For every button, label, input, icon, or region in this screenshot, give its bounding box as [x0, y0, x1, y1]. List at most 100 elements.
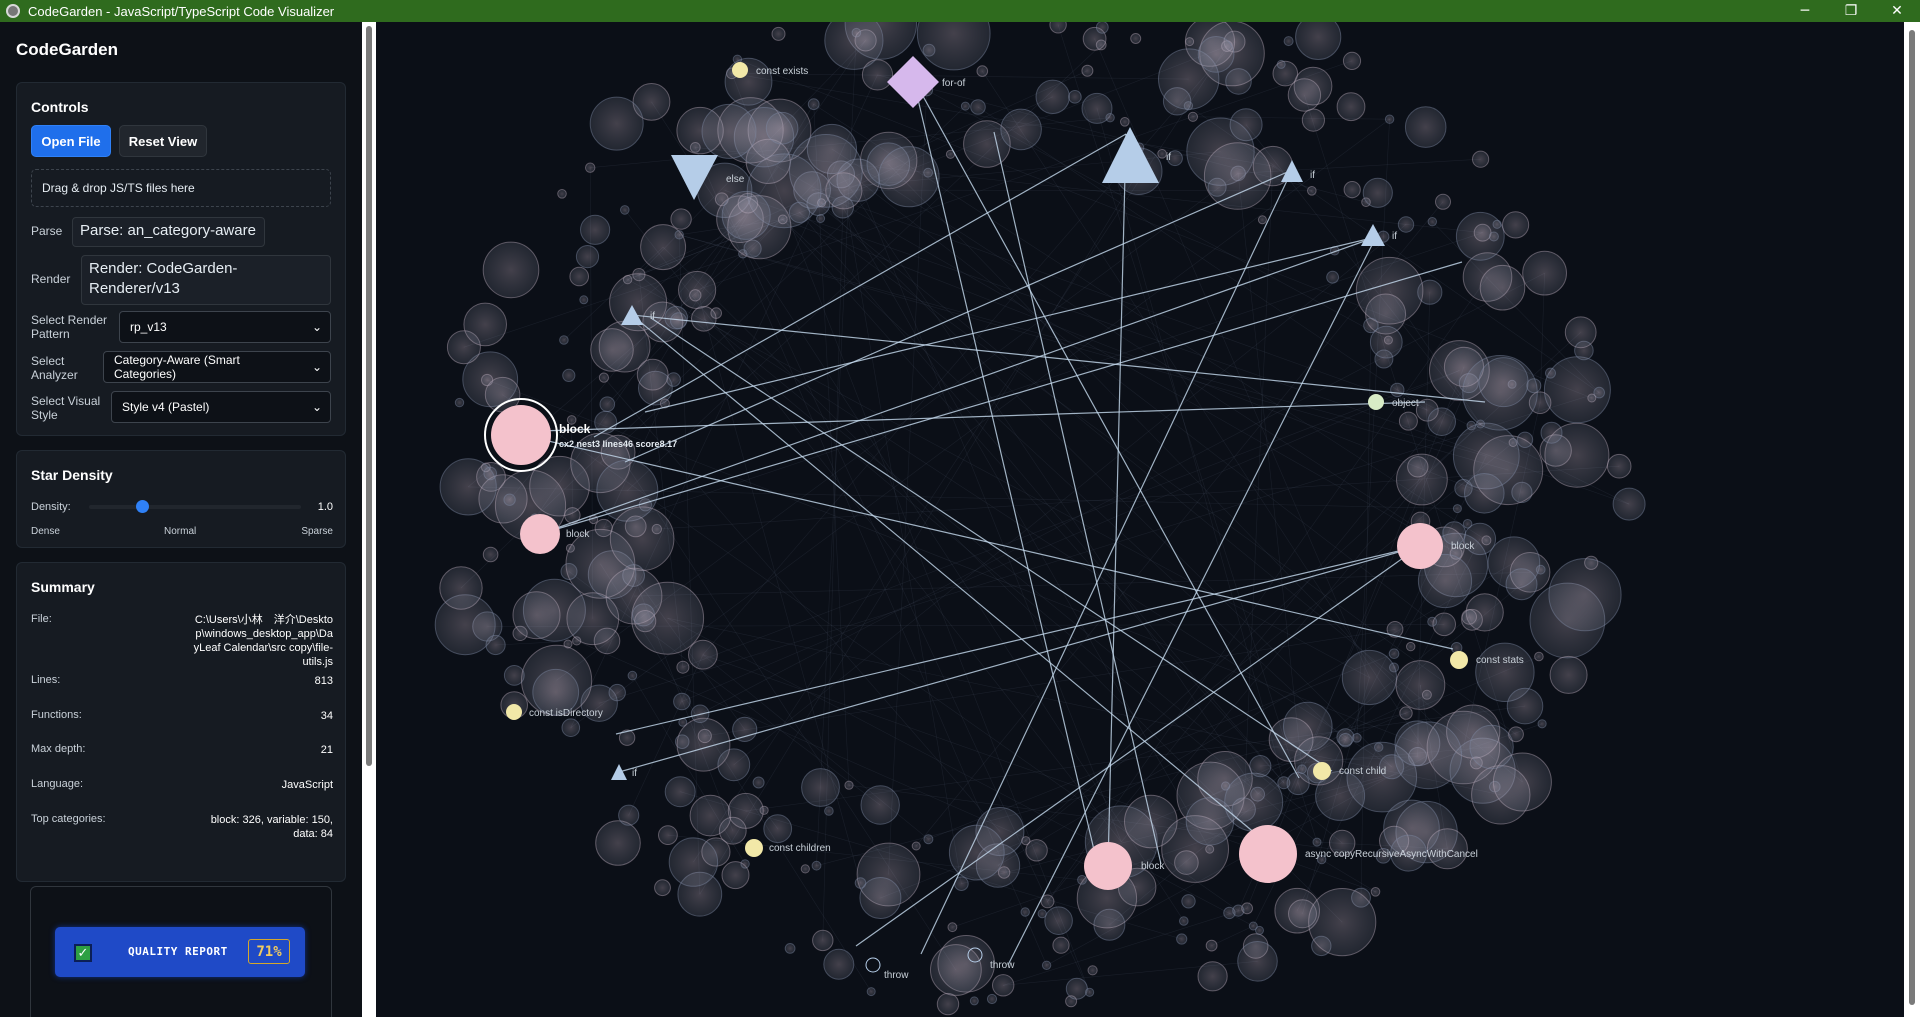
node-block-bottom[interactable] [1084, 842, 1132, 890]
background-bubble [1537, 719, 1547, 729]
node-throw-1[interactable] [865, 957, 881, 973]
background-bubble [605, 567, 663, 625]
background-bubble [590, 328, 634, 372]
background-bubble [976, 65, 989, 77]
background-bubble [503, 493, 516, 506]
sidebar-scrollbar[interactable] [362, 22, 376, 1017]
restore-button[interactable]: ❐ [1828, 0, 1874, 22]
chevron-down-icon: ⌄ [311, 360, 322, 374]
node-const-exists[interactable] [732, 62, 748, 78]
graph-svg[interactable]: const exists for-of else if if if if blo… [376, 22, 1904, 1017]
background-bubble [1397, 216, 1415, 233]
background-bubble [1388, 648, 1400, 660]
close-button[interactable]: ✕ [1874, 0, 1920, 22]
visual-style-select[interactable]: Style v4 (Pastel) ⌄ [111, 391, 331, 423]
label-else: else [726, 174, 745, 185]
background-bubble [1085, 987, 1095, 997]
background-bubble [1052, 936, 1070, 954]
node-block-left[interactable] [520, 514, 560, 554]
background-bubble [1197, 36, 1235, 73]
background-bubble [807, 98, 820, 111]
background-bubble [811, 860, 822, 871]
background-bubble [689, 794, 732, 837]
background-bubble [816, 214, 826, 223]
background-bubble [823, 948, 855, 980]
background-bubble [1130, 33, 1142, 44]
background-bubble [579, 295, 589, 305]
background-bubble [1506, 687, 1544, 725]
background-bubble [1021, 836, 1031, 846]
label-async-copy: async copyRecursiveAsyncWithCancel [1305, 849, 1478, 860]
mesh-line [799, 212, 1285, 783]
app-name: CodeGarden [16, 40, 119, 59]
node-if-bottom-left[interactable] [611, 764, 627, 780]
background-bubble [860, 785, 900, 825]
density-slider[interactable] [89, 500, 301, 513]
background-bubble [559, 335, 569, 345]
background-bubble [620, 205, 630, 215]
background-bubble [1398, 411, 1418, 431]
node-block-right[interactable] [1397, 523, 1443, 569]
max-depth-label: Max depth: [31, 743, 86, 755]
density-dense-label: Dense [31, 526, 60, 537]
background-bubble [1338, 733, 1353, 748]
label-block-stats: cx2 nest3 lines46 score8.17 [559, 439, 677, 449]
quality-report-button[interactable]: ✓ QUALITY REPORT 71% [55, 927, 305, 977]
mesh-line [843, 190, 962, 884]
open-file-button[interactable]: Open File [31, 125, 111, 157]
background-bubble [1395, 660, 1446, 710]
label-if-1: if [1166, 152, 1171, 163]
window-title: CodeGarden - JavaScript/TypeScript Code … [28, 3, 335, 19]
code-visualization-canvas[interactable]: const exists for-of else if if if if blo… [376, 22, 1904, 1017]
background-bubble [1464, 473, 1505, 514]
node-const-children[interactable] [745, 839, 763, 857]
label-const-child: const child [1339, 766, 1386, 777]
label-if-3: if [1392, 231, 1397, 242]
background-bubble [463, 302, 507, 347]
label-block-selected: block [559, 422, 591, 436]
background-bubble [1077, 875, 1087, 885]
canvas-scrollbar[interactable] [1904, 22, 1920, 1017]
mesh-line [768, 161, 1445, 548]
top-categories-label: Top categories: [31, 813, 106, 825]
file-dropzone[interactable]: Drag & drop JS/TS files here [31, 169, 331, 207]
graph-edge [912, 77, 1099, 868]
window-titlebar: CodeGarden - JavaScript/TypeScript Code … [0, 0, 1920, 22]
background-bubble [1427, 407, 1456, 437]
background-bubble [636, 358, 669, 391]
background-bubble [765, 111, 799, 145]
background-bubble [1404, 106, 1447, 148]
mesh-line [782, 219, 1346, 741]
controls-panel: Controls Open File Reset View Drag & dro… [16, 82, 346, 436]
background-bubble [1068, 90, 1082, 104]
background-bubble [589, 96, 644, 151]
background-bubble [1237, 941, 1278, 982]
minimize-button[interactable]: ─ [1782, 0, 1828, 22]
max-depth-value: 21 [320, 744, 333, 756]
background-bubble [721, 861, 750, 890]
node-async-copy[interactable] [1239, 825, 1297, 883]
background-bubble [1606, 453, 1632, 479]
background-bubble [1000, 108, 1042, 151]
background-bubble [1479, 264, 1526, 311]
node-for-of[interactable] [887, 56, 939, 108]
reset-view-button[interactable]: Reset View [119, 125, 207, 157]
density-slider-thumb[interactable] [136, 500, 149, 513]
analyzer-select[interactable]: Category-Aware (Smart Categories) ⌄ [103, 351, 331, 383]
node-block-selected[interactable] [491, 405, 551, 465]
background-bubble [1308, 888, 1377, 957]
chevron-down-icon: ⌄ [311, 320, 322, 334]
quality-report-percent: 71% [248, 939, 290, 964]
background-bubble [1394, 721, 1463, 790]
canvas-scrollbar-thumb[interactable] [1909, 30, 1915, 1005]
background-bubble [878, 146, 940, 208]
node-const-isdirectory[interactable] [506, 704, 522, 720]
node-const-stats[interactable] [1450, 651, 1468, 669]
parse-field: Parse: an_category-aware [72, 217, 265, 247]
node-object[interactable] [1368, 394, 1384, 410]
render-pattern-select[interactable]: rp_v13 ⌄ [119, 311, 331, 343]
label-const-exists: const exists [756, 66, 808, 77]
sidebar-scrollbar-thumb[interactable] [366, 26, 372, 766]
node-const-child[interactable] [1313, 762, 1331, 780]
background-bubble [800, 864, 810, 874]
